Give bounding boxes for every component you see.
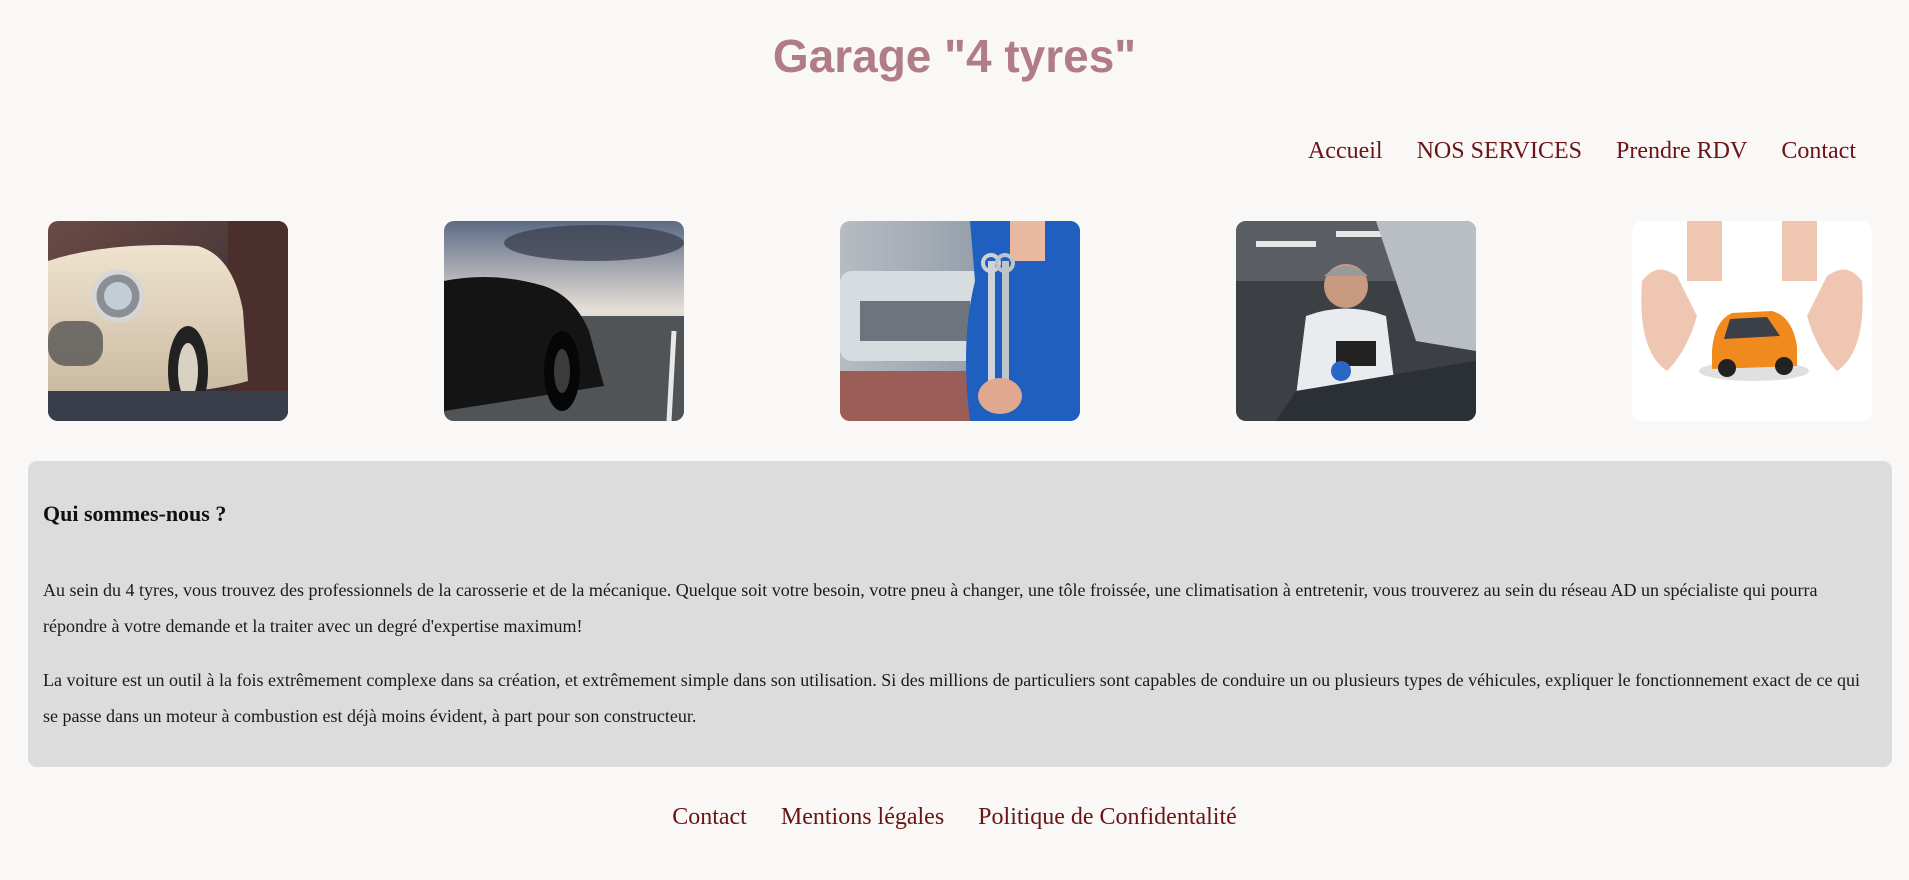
- footer-mentions-legales-link[interactable]: Mentions légales: [781, 800, 944, 834]
- car-insurance-hands-photo: [1632, 221, 1872, 421]
- vintage-car-photo: [48, 221, 288, 421]
- about-paragraph-2: La voiture est un outil à la fois extrêm…: [43, 670, 1860, 726]
- image-gallery: [48, 221, 1872, 421]
- footer-nav: Contact Mentions légales Politique de Co…: [0, 800, 1909, 834]
- footer-privacy-policy-link[interactable]: Politique de Confidentalité: [978, 800, 1237, 834]
- sports-car-photo: [444, 221, 684, 421]
- nav-services[interactable]: NOS SERVICES: [1417, 134, 1582, 168]
- about-paragraph-1: Au sein du 4 tyres, vous trouvez des pro…: [43, 580, 1818, 636]
- footer-contact-link[interactable]: Contact: [672, 800, 747, 834]
- about-heading: Qui sommes-nous ?: [43, 501, 227, 526]
- about-section: Qui sommes-nous ? Au sein du 4 tyres, vo…: [28, 461, 1892, 767]
- nav-contact[interactable]: Contact: [1781, 134, 1856, 168]
- mechanic-engine-photo: [1236, 221, 1476, 421]
- mechanic-wrenches-photo: [840, 221, 1080, 421]
- site-title: Garage "4 tyres": [772, 30, 1137, 82]
- nav-prendre-rdv[interactable]: Prendre RDV: [1616, 134, 1747, 168]
- nav-accueil[interactable]: Accueil: [1308, 134, 1383, 168]
- main-nav: Accueil NOS SERVICES Prendre RDV Contact: [1308, 134, 1856, 168]
